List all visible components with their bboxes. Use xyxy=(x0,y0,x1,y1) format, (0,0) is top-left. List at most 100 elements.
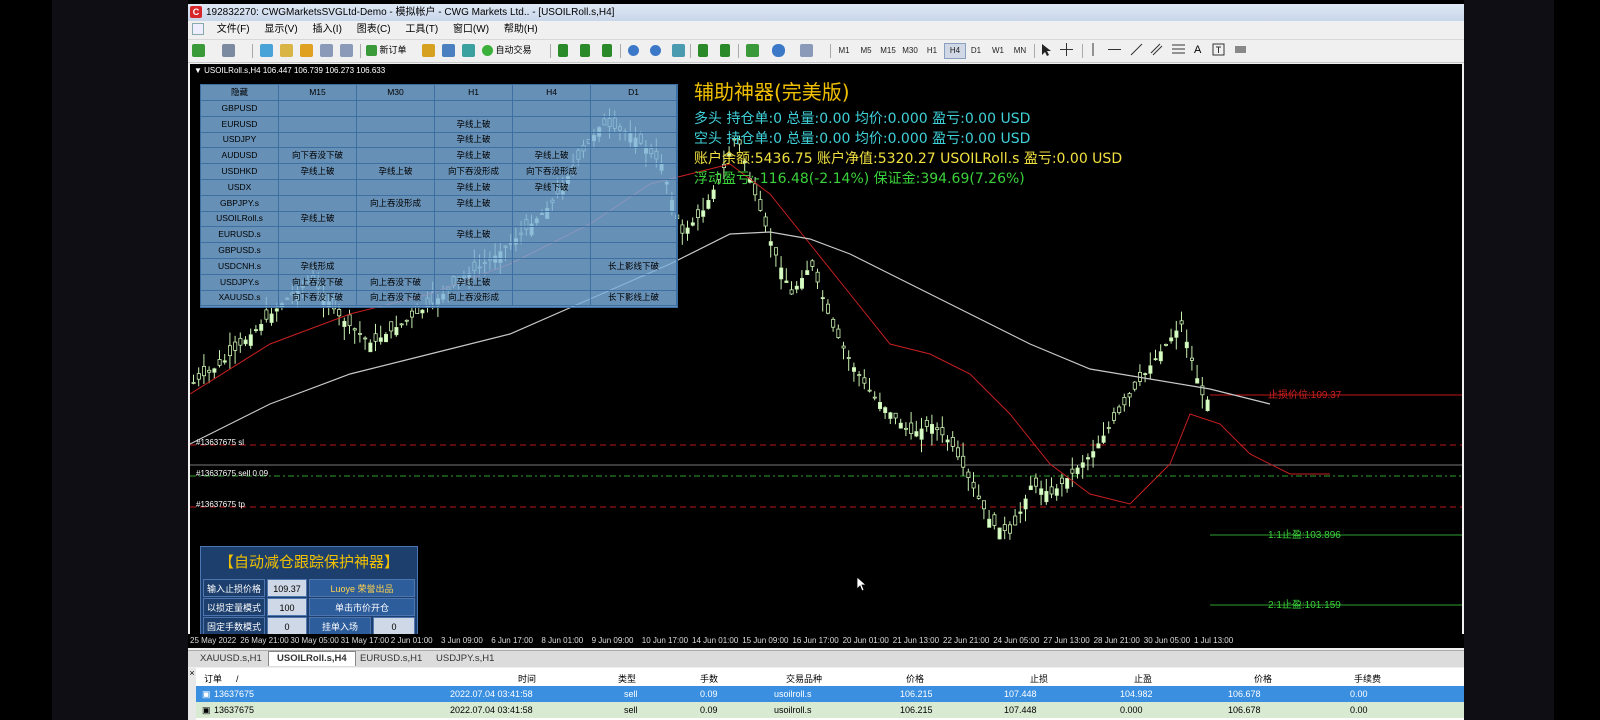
zoom-out-icon[interactable] xyxy=(650,43,661,58)
globe-icon[interactable] xyxy=(462,43,475,58)
timeframe-h1[interactable]: H1 xyxy=(922,44,942,58)
order-row[interactable]: ▣ 13637675 2022.07.04 03:41:58 sell 0.09… xyxy=(196,702,1464,718)
scanner-row: USDJPY 孕线上破 xyxy=(201,132,677,149)
scanner-signal xyxy=(279,179,357,196)
menu-tools[interactable]: 工具(T) xyxy=(399,21,444,39)
new-chart-icon[interactable] xyxy=(192,43,205,58)
new-order-button[interactable]: 新订单 xyxy=(366,43,407,58)
stoploss-price-input[interactable]: 109.37 xyxy=(267,579,307,597)
scanner-symbol[interactable]: GBPUSD.s xyxy=(201,243,279,259)
navigator-icon[interactable] xyxy=(300,43,313,58)
market-watch-icon[interactable] xyxy=(260,43,273,58)
tester-icon[interactable] xyxy=(340,43,353,58)
indicators-icon[interactable] xyxy=(746,43,759,58)
scanner-symbol[interactable]: XAUUSD.s xyxy=(201,290,279,307)
trendline-icon[interactable] xyxy=(1130,43,1143,58)
col-order[interactable]: 订单 xyxy=(204,672,222,686)
scanner-symbol[interactable]: USOILRoll.s xyxy=(201,211,279,228)
col-commission[interactable]: 手续费 xyxy=(1354,672,1381,686)
auto-trade-button[interactable]: 自动交易 xyxy=(482,43,532,58)
candle-body xyxy=(976,495,981,499)
terminal-close-icon[interactable]: × xyxy=(188,668,196,720)
bar-chart-icon[interactable] xyxy=(558,43,568,58)
scanner-symbol[interactable]: USDJPY.s xyxy=(201,274,279,291)
tile-windows-icon[interactable] xyxy=(672,43,685,58)
scanner-symbol[interactable]: USDX xyxy=(201,179,279,196)
zoom-in-icon[interactable] xyxy=(628,43,639,58)
order-row[interactable]: ▣ 13637675 2022.07.04 03:41:58 sell 0.09… xyxy=(196,686,1464,702)
menu-help[interactable]: 帮助(H) xyxy=(498,21,544,39)
chart-shift-icon[interactable] xyxy=(720,43,730,58)
scanner-symbol[interactable]: GBPJPY.s xyxy=(201,195,279,212)
scanner-signal xyxy=(435,258,513,275)
fixed-lot-mode-label[interactable]: 固定手数模式 xyxy=(203,617,265,634)
scanner-symbol[interactable]: EURUSD.s xyxy=(201,227,279,244)
line-chart-icon[interactable] xyxy=(602,43,612,58)
luoye-credit-button[interactable]: Luoye 荣誉出品 xyxy=(309,579,415,597)
auto-scroll-icon[interactable] xyxy=(698,43,708,58)
menu-insert[interactable]: 插入(I) xyxy=(306,21,347,39)
periods-clock-icon[interactable] xyxy=(772,43,785,58)
scanner-symbol[interactable]: USDJPY xyxy=(201,132,279,149)
col-sl[interactable]: 止损 xyxy=(1030,672,1048,686)
col-time[interactable]: 时间 xyxy=(518,672,536,686)
scanner-symbol[interactable]: EURUSD xyxy=(201,116,279,133)
timeframe-m15[interactable]: M15 xyxy=(878,44,898,58)
risk-mode-label[interactable]: 以损定量模式 xyxy=(203,598,265,616)
text-tool-icon[interactable]: A xyxy=(1194,43,1201,58)
tab-xauusd-h1[interactable]: XAUUSD.s,H1 xyxy=(192,652,270,666)
col-tp[interactable]: 止盈 xyxy=(1134,672,1152,686)
timeframe-h4[interactable]: H4 xyxy=(944,43,966,59)
col-type[interactable]: 类型 xyxy=(618,672,636,686)
timeframe-m1[interactable]: M1 xyxy=(834,44,854,58)
col-symbol[interactable]: 交易品种 xyxy=(786,672,822,686)
pending-entry-button[interactable]: 挂单入场 xyxy=(309,617,371,634)
tab-eurusd-h1[interactable]: EURUSD.s,H1 xyxy=(352,652,430,666)
menu-charts[interactable]: 图表(C) xyxy=(351,21,397,39)
risk-amount-input[interactable]: 100 xyxy=(267,598,307,616)
order-type: sell xyxy=(624,705,638,715)
horizontal-line-icon[interactable] xyxy=(1108,43,1121,58)
fibonacci-icon[interactable] xyxy=(1172,43,1185,58)
scanner-symbol[interactable]: AUDUSD xyxy=(201,148,279,165)
arrows-icon[interactable] xyxy=(1234,43,1247,58)
col-price[interactable]: 价格 xyxy=(906,672,924,686)
timeframe-d1[interactable]: D1 xyxy=(966,44,986,58)
scanner-signal xyxy=(591,227,677,244)
terminal-icon[interactable] xyxy=(320,43,333,58)
channel-icon[interactable] xyxy=(1150,43,1163,58)
tab-usoilroll-h4[interactable]: USOILRoll.s,H4 xyxy=(268,651,356,666)
vertical-line-icon[interactable] xyxy=(1088,43,1098,58)
signals-icon[interactable] xyxy=(442,43,455,58)
tab-usdjpy-h1[interactable]: USDJPY.s,H1 xyxy=(428,652,502,666)
metaeditor-icon[interactable] xyxy=(422,43,435,58)
profiles-icon[interactable] xyxy=(222,43,235,58)
candle-body xyxy=(420,309,425,314)
scanner-signal xyxy=(279,227,357,244)
timeframe-mn[interactable]: MN xyxy=(1010,44,1030,58)
timeframe-w1[interactable]: W1 xyxy=(988,44,1008,58)
scanner-symbol[interactable]: GBPUSD xyxy=(201,100,279,117)
menu-file[interactable]: 文件(F) xyxy=(211,21,256,39)
scanner-symbol[interactable]: USDCNH.s xyxy=(201,258,279,275)
crosshair-icon[interactable] xyxy=(280,43,293,58)
fixed-lot-input[interactable]: 0 xyxy=(267,617,307,634)
timeframe-m30[interactable]: M30 xyxy=(900,44,920,58)
text-label-icon[interactable] xyxy=(1212,43,1225,58)
candle-body xyxy=(368,342,373,353)
crosshair-tool-icon[interactable] xyxy=(1060,43,1073,58)
col-current-price[interactable]: 价格 xyxy=(1254,672,1272,686)
scanner-symbol[interactable]: USDHKD xyxy=(201,164,279,180)
scanner-signal xyxy=(357,100,435,117)
pending-price-input[interactable]: 0 xyxy=(373,617,415,634)
timeframe-m5[interactable]: M5 xyxy=(856,44,876,58)
templates-icon[interactable] xyxy=(800,43,813,58)
cursor-icon[interactable] xyxy=(1040,43,1052,58)
market-open-button[interactable]: 单击市价开仓 xyxy=(309,598,415,616)
chart-area[interactable]: ▼ USOILRoll.s,H4 106.447 106.739 106.273… xyxy=(190,64,1462,634)
col-lots[interactable]: 手数 xyxy=(700,672,718,686)
candlestick-icon[interactable] xyxy=(580,43,590,58)
menu-window[interactable]: 窗口(W) xyxy=(447,21,495,39)
menu-view[interactable]: 显示(V) xyxy=(258,21,303,39)
scanner-hide-button[interactable]: 隐藏 xyxy=(201,85,279,101)
